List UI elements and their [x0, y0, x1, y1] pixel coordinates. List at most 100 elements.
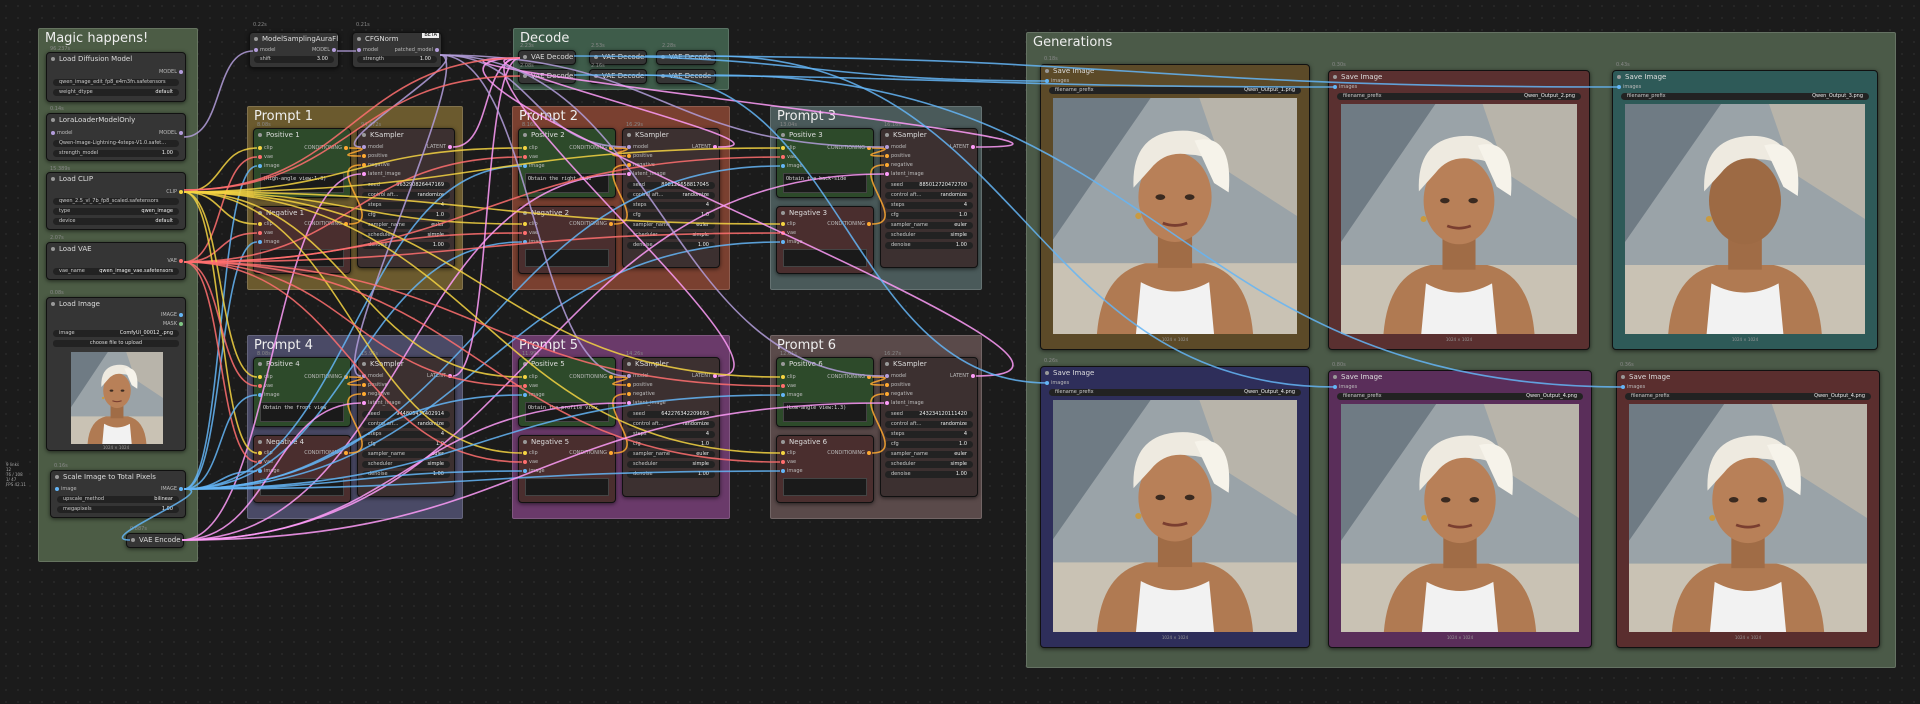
input-images[interactable]: images — [1621, 384, 1645, 390]
input-image[interactable]: image — [258, 239, 280, 245]
cfg-field[interactable]: cfg 1.0 — [627, 212, 715, 219]
input-latent-image[interactable]: latent_image — [627, 400, 666, 406]
input-clip[interactable]: clip — [258, 145, 273, 151]
input-image[interactable]: image — [781, 163, 803, 169]
load-clip-node[interactable]: Load CLIP CLIP qwen_2.5_vl_7b_fp8_scaled… — [46, 172, 186, 230]
output-mask[interactable]: MASK — [163, 321, 184, 327]
filename-prefix-field[interactable]: filename_prefix Qwen_Output_2.png — [1337, 93, 1581, 100]
megapixels-field[interactable]: megapixels 1.00 — [57, 506, 179, 513]
output-conditioning[interactable]: CONDITIONING — [827, 374, 871, 380]
prompt-text-input[interactable]: Obtain the front view — [260, 402, 344, 422]
input-images[interactable]: images — [1045, 380, 1069, 386]
strength-model-field[interactable]: strength_model 1.00 — [53, 150, 179, 157]
scheduler-combo[interactable]: scheduler simple — [885, 232, 973, 239]
vae-decode-node-5[interactable]: VAE Decode — [656, 50, 716, 65]
control-after-generate-combo[interactable]: control aft... randomize — [627, 192, 715, 199]
output-conditioning[interactable]: CONDITIONING — [304, 145, 348, 151]
input-model[interactable]: model — [627, 373, 649, 379]
input-image[interactable]: image — [258, 163, 280, 169]
filename-prefix-field[interactable]: filename_prefix Qwen_Output_4.png — [1049, 389, 1301, 396]
seed-field[interactable]: seed 642276342209693 — [627, 411, 715, 418]
seed-field[interactable]: seed 963290826447169 — [362, 182, 450, 189]
input-image[interactable]: image — [258, 468, 280, 474]
control-after-generate-combo[interactable]: control aft... randomize — [362, 192, 450, 199]
denoise-field[interactable]: denoise 1.00 — [362, 242, 450, 249]
output-model[interactable]: MODEL — [159, 130, 184, 136]
seed-field[interactable]: seed 944805437402914 — [362, 411, 450, 418]
denoise-field[interactable]: denoise 1.00 — [885, 242, 973, 249]
denoise-field[interactable]: denoise 1.00 — [362, 471, 450, 478]
input-model[interactable]: model — [357, 47, 379, 53]
input-vae[interactable]: vae — [258, 230, 273, 236]
negative-prompt-node-2[interactable]: Negative 2 clip vae image CONDITIONING — [518, 206, 616, 274]
cfg-field[interactable]: cfg 1.0 — [362, 441, 450, 448]
input-clip[interactable]: clip — [523, 145, 538, 151]
negative-prompt-node-5[interactable]: Negative 5 clip vae image CONDITIONING — [518, 435, 616, 503]
prompt-text-input[interactable]: Obtain the profile view — [525, 402, 609, 422]
input-clip[interactable]: clip — [258, 221, 273, 227]
upload-button[interactable]: choose file to upload — [53, 340, 179, 347]
filename-prefix-field[interactable]: filename_prefix Qwen_Output_1.png — [1049, 87, 1301, 94]
output-conditioning[interactable]: CONDITIONING — [569, 221, 613, 227]
ksampler-node-3[interactable]: KSampler model positive negative latent_imag… — [880, 128, 978, 268]
ksampler-node-4[interactable]: KSampler model positive negative latent_imag… — [357, 357, 455, 497]
input-clip[interactable]: clip — [258, 450, 273, 456]
input-clip[interactable]: clip — [523, 374, 538, 380]
input-clip[interactable]: clip — [781, 374, 796, 380]
negative-text-input[interactable] — [783, 478, 867, 496]
output-conditioning[interactable]: CONDITIONING — [569, 374, 613, 380]
output-model[interactable]: MODEL — [312, 47, 337, 53]
input-model[interactable]: model — [885, 373, 907, 379]
cfg-field[interactable]: cfg 1.0 — [885, 441, 973, 448]
sampler-name-combo[interactable]: sampler_name euler — [362, 451, 450, 458]
input-images[interactable]: images — [1333, 384, 1357, 390]
input-latent-image[interactable]: latent_image — [627, 171, 666, 177]
upscale-method-combo[interactable]: upscale_method bilinear — [57, 496, 179, 503]
denoise-field[interactable]: denoise 1.00 — [885, 471, 973, 478]
steps-field[interactable]: steps 4 — [885, 431, 973, 438]
filename-prefix-field[interactable]: filename_prefix Qwen_Output_4.png — [1625, 393, 1871, 400]
output-patched-model[interactable]: patched_model — [395, 47, 440, 53]
prompt-text-input[interactable]: Obtain the back-side — [783, 173, 867, 193]
input-negative[interactable]: negative — [362, 162, 390, 168]
input-positive[interactable]: positive — [362, 382, 388, 388]
input-clip[interactable]: clip — [523, 450, 538, 456]
denoise-field[interactable]: denoise 1.00 — [627, 471, 715, 478]
control-after-generate-combo[interactable]: control aft... randomize — [362, 421, 450, 428]
positive-prompt-node-1[interactable]: Positive 1 clip vae image CONDITIONING (High-… — [253, 128, 351, 198]
vae-decode-node-4[interactable]: VAE Decode — [589, 69, 647, 84]
negative-text-input[interactable] — [260, 249, 344, 267]
output-conditioning[interactable]: CONDITIONING — [827, 450, 871, 456]
input-model[interactable]: model — [885, 144, 907, 150]
lora-loader-node[interactable]: LoraLoaderModelOnly model MODEL Qwen-Ima… — [46, 113, 186, 161]
cfg-field[interactable]: cfg 1.0 — [627, 441, 715, 448]
input-model[interactable]: model — [627, 144, 649, 150]
input-latent-image[interactable]: latent_image — [885, 171, 924, 177]
negative-prompt-node-4[interactable]: Negative 4 clip vae image CONDITIONING — [253, 435, 351, 503]
input-latent-image[interactable]: latent_image — [362, 171, 401, 177]
control-after-generate-combo[interactable]: control aft... randomize — [885, 421, 973, 428]
input-image[interactable]: image — [55, 486, 77, 492]
input-negative[interactable]: negative — [627, 391, 655, 397]
filename-prefix-field[interactable]: filename_prefix Qwen_Output_4.png — [1337, 393, 1583, 400]
input-positive[interactable]: positive — [362, 153, 388, 159]
input-vae[interactable]: vae — [781, 154, 796, 160]
positive-prompt-node-4[interactable]: Positive 4 clip vae image CONDITIONING Obtain… — [253, 357, 351, 427]
steps-field[interactable]: steps 4 — [885, 202, 973, 209]
negative-text-input[interactable] — [525, 478, 609, 496]
input-model[interactable]: model — [362, 144, 384, 150]
negative-prompt-node-3[interactable]: Negative 3 clip vae image CONDITIONING — [776, 206, 874, 274]
cfg-field[interactable]: cfg 1.0 — [885, 212, 973, 219]
output-image[interactable]: IMAGE — [161, 486, 184, 492]
input-clip[interactable]: clip — [258, 374, 273, 380]
steps-field[interactable]: steps 4 — [362, 202, 450, 209]
load-diffusion-model-node[interactable]: Load Diffusion Model MODEL qwen_image_ed… — [46, 52, 186, 102]
input-image[interactable]: image — [523, 163, 545, 169]
input-vae[interactable]: vae — [781, 459, 796, 465]
scheduler-combo[interactable]: scheduler simple — [627, 232, 715, 239]
input-positive[interactable]: positive — [885, 153, 911, 159]
negative-prompt-node-6[interactable]: Negative 6 clip vae image CONDITIONING — [776, 435, 874, 503]
positive-prompt-node-6[interactable]: Positive 6 clip vae image CONDITIONING (Low-a… — [776, 357, 874, 427]
positive-prompt-node-3[interactable]: Positive 3 clip vae image CONDITIONING Obtain… — [776, 128, 874, 198]
save-image-node-2[interactable]: Save Image images filename_prefix Qwen_Outp… — [1328, 70, 1590, 350]
